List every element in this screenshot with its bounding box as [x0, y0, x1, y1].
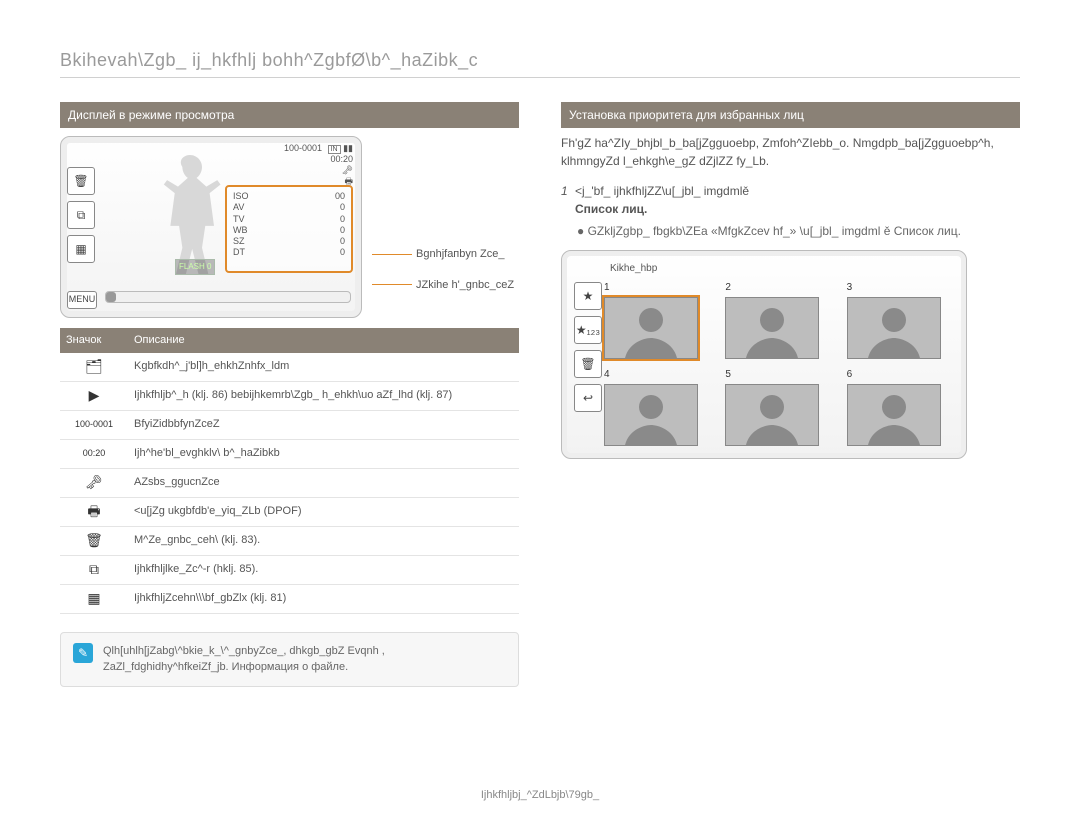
face-thumb[interactable]: [725, 384, 819, 446]
battery-icon: ▮▮: [343, 143, 353, 153]
table-header: Значок Описание: [60, 328, 519, 353]
face-cell: 4: [604, 367, 711, 446]
printer-icon: 🖶: [60, 498, 128, 525]
face-thumb[interactable]: [847, 384, 941, 446]
slideshow-icon[interactable]: ⧉: [67, 201, 95, 229]
key-icon: 🗝: [60, 469, 128, 496]
th-icon: Значок: [60, 328, 128, 353]
face-thumb[interactable]: [604, 297, 698, 359]
trash-icon[interactable]: 🗑: [67, 167, 95, 195]
note-text: Qlh[uhlh[jZabg\^bkie_k_\^_gnbyZce_, dhkg…: [103, 643, 506, 676]
card-icon: IN: [328, 145, 341, 154]
page-title: Bkihevah\Zgb_ ij_hkfhlj bohh^ZgbfØ\b^_ha…: [60, 50, 1020, 78]
table-row: 🖶<u[jZg ukgbfdb'e_yiq_ZLb (DPOF): [60, 498, 519, 527]
thumbnails-icon[interactable]: ▦: [67, 235, 95, 263]
table-row: 🗝AZsbs_ggucnZce: [60, 469, 519, 498]
table-row: 100-0001BfyiZidbbfynZceZ: [60, 411, 519, 440]
step-1-sub: ● GZkljZgbp_ fbgkb\ZEа «MfgkZcev hf_» \u…: [577, 222, 1020, 240]
step-1-text: <j_'bf_ ijhkfhljZZ\u[_jbl_ imgdmlě: [575, 184, 749, 198]
step-1: 1 <j_'bf_ ijhkfhljZZ\u[_jbl_ imgdmlě Спи…: [561, 182, 1020, 240]
table-row: ▶Ijhkfhljb^_h (klj. 86) bebijhkemrb\Zgb_…: [60, 382, 519, 411]
progress-bar[interactable]: [105, 291, 351, 303]
face-thumb[interactable]: [847, 297, 941, 359]
face-thumb[interactable]: [725, 297, 819, 359]
table-row: 🗂Kgbfkdh^_j'bl]h_ehkhZnhfx_ldm: [60, 353, 519, 382]
callout-2: JZkihe h'_gnbc_ceZ: [416, 279, 514, 291]
rec-time: 00:20: [330, 154, 353, 164]
right-column: Установка приоритета для избранных лиц F…: [561, 102, 1020, 687]
flash-label: FLASH 0: [175, 259, 215, 275]
info-note: ✎ Qlh[uhlh[jZabg\^bkie_k_\^_gnbyZce_, dh…: [60, 632, 519, 687]
camera-display-wrap: 100-0001 IN ▮▮ 00:20 🗝 🖶 🗑 ⧉ ▦: [60, 136, 519, 318]
time-label: 00:20: [60, 444, 128, 464]
face-list-side-icons: ★ ★₁₂₃ 🗑 ↩: [574, 282, 604, 446]
table-row: 🗑M^Ze_gnbc_ceh\ (klj. 83).: [60, 527, 519, 556]
face-list-label: Kikhe_hbp: [610, 261, 954, 276]
table-row: ⧉Ijhkfhljlke_Zc^-r (hklj. 85).: [60, 556, 519, 585]
play-icon: ▶: [60, 382, 128, 409]
slideshow-icon: ⧉: [60, 556, 128, 583]
steps: 1 <j_'bf_ ijhkfhljZZ\u[_jbl_ imgdmlě Спи…: [561, 182, 1020, 240]
info-tag: ISO00 AV0 TV0 WB0 SZ0 DT0: [225, 185, 353, 273]
key-icon: 🗝: [342, 165, 353, 176]
intro-paragraph: Fh'gZ ha^ZIy_bhjbl_b_ba[jZgguoebp, Zmfoh…: [561, 134, 1020, 170]
face-grid: 1 2 3 4 5 6: [604, 280, 954, 446]
face-cell: 1: [604, 280, 711, 359]
silhouette: [155, 155, 225, 275]
star-icon[interactable]: ★: [574, 282, 602, 310]
table-row: ▦IjhkfhljZcehn\\\bf_gbZlx (klj. 81): [60, 585, 519, 614]
trash-icon: 🗑: [60, 527, 128, 554]
face-list-card: Kikhe_hbp ★ ★₁₂₃ 🗑 ↩ 1 2 3 4 5 6: [561, 250, 967, 459]
table-row: 00:20Ijh^he'bl_evghklv\ b^_haZibkb: [60, 440, 519, 469]
step-number: 1: [561, 182, 568, 200]
th-desc: Описание: [128, 328, 519, 353]
right-section-title: Установка приоритета для избранных лиц: [569, 106, 804, 124]
thumbnails-icon: ▦: [60, 585, 128, 612]
face-cell: 5: [725, 367, 832, 446]
folder-icon: 🗂: [60, 353, 128, 380]
info-icon: ✎: [73, 643, 93, 663]
face-cell: 6: [847, 367, 954, 446]
display-top-readout: 100-0001 IN ▮▮ 00:20 🗝 🖶: [284, 143, 353, 187]
right-section-bar: Установка приоритета для избранных лиц: [561, 102, 1020, 128]
file-number-label: 100-0001: [60, 415, 128, 435]
star-rank-icon[interactable]: ★₁₂₃: [574, 316, 602, 344]
page-footer: Ijhkfhljbj_^ZdLbjb\79gb_: [0, 789, 1080, 801]
face-cell: 3: [847, 280, 954, 359]
camera-display: 100-0001 IN ▮▮ 00:20 🗝 🖶 🗑 ⧉ ▦: [60, 136, 362, 318]
step-1-bold: Список лиц.: [575, 202, 647, 216]
back-icon[interactable]: ↩: [574, 384, 602, 412]
left-section-title: Дисплей в режиме просмотра: [68, 106, 234, 124]
callouts: Bgnhjfапbyn Zce_ JZkihe h'_gnbc_ceZ: [372, 246, 514, 307]
callout-1: Bgnhjfапbyn Zce_: [416, 248, 505, 260]
menu-button[interactable]: MENU: [67, 291, 97, 309]
display-left-icons: 🗑 ⧉ ▦: [67, 167, 95, 263]
face-cell: 2: [725, 280, 832, 359]
face-thumb[interactable]: [604, 384, 698, 446]
file-number: 100-0001: [284, 143, 322, 153]
icon-table: Значок Описание 🗂Kgbfkdh^_j'bl]h_ehkhZnh…: [60, 328, 519, 614]
trash-icon[interactable]: 🗑: [574, 350, 602, 378]
left-section-bar: Дисплей в режиме просмотра: [60, 102, 519, 128]
left-column: Дисплей в режиме просмотра 100-0001 IN ▮…: [60, 102, 519, 687]
